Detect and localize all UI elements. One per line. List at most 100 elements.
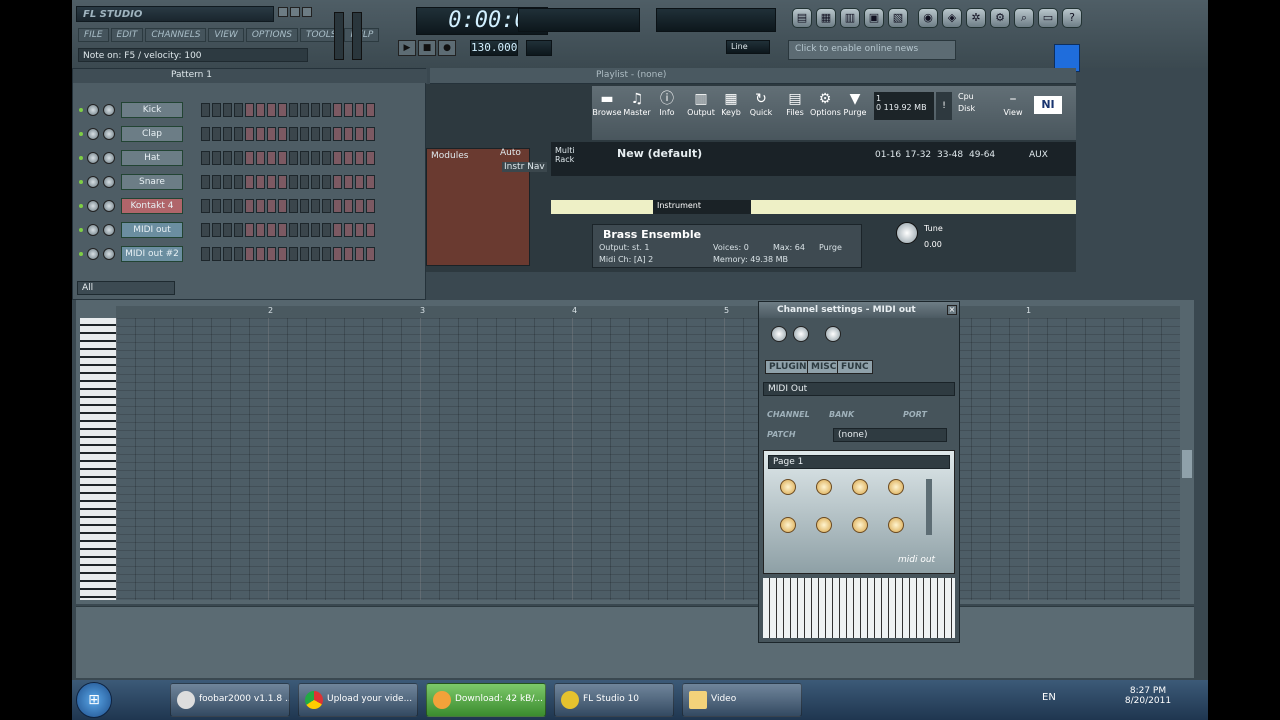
channel-button[interactable]: Snare xyxy=(121,174,183,190)
step-button[interactable] xyxy=(333,175,342,189)
project-icon[interactable]: ▭ xyxy=(1038,8,1058,28)
step-button[interactable] xyxy=(300,199,309,213)
channel-led[interactable] xyxy=(79,204,83,208)
pan-knob[interactable] xyxy=(87,104,99,116)
step-button[interactable] xyxy=(234,199,243,213)
pan-knob[interactable] xyxy=(87,224,99,236)
plugin-name[interactable]: MIDI Out xyxy=(763,382,955,396)
controller-knob[interactable] xyxy=(816,479,832,495)
master-button[interactable]: ♫ Master xyxy=(622,90,652,120)
channel-led[interactable] xyxy=(79,180,83,184)
step-button[interactable] xyxy=(212,223,221,237)
controller-knob[interactable] xyxy=(780,517,796,533)
step-button[interactable] xyxy=(245,103,254,117)
velocity-lane[interactable] xyxy=(76,606,1194,678)
controller-knob[interactable] xyxy=(888,479,904,495)
step-button[interactable] xyxy=(366,223,375,237)
step-button[interactable] xyxy=(223,199,232,213)
tab-plugin[interactable]: PLUGIN xyxy=(765,360,811,374)
step-button[interactable] xyxy=(245,175,254,189)
step-button[interactable] xyxy=(278,247,287,261)
step-button[interactable] xyxy=(289,199,298,213)
step-button[interactable] xyxy=(289,175,298,189)
step-button[interactable] xyxy=(366,175,375,189)
step-button[interactable] xyxy=(267,103,276,117)
cpu-icon[interactable]: ◉ xyxy=(918,8,938,28)
step-button[interactable] xyxy=(256,223,265,237)
controller-knob[interactable] xyxy=(780,479,796,495)
volume-knob[interactable] xyxy=(103,224,115,236)
step-button[interactable] xyxy=(212,151,221,165)
taskbar-chrome[interactable]: Upload your vide... xyxy=(298,683,418,717)
step-button[interactable] xyxy=(212,103,221,117)
volume-knob[interactable] xyxy=(103,152,115,164)
step-button[interactable] xyxy=(300,247,309,261)
output-button[interactable]: ▥ Output xyxy=(686,90,716,120)
step-button[interactable] xyxy=(300,223,309,237)
volume-knob[interactable] xyxy=(103,248,115,260)
close-icon[interactable] xyxy=(302,7,312,17)
step-button[interactable] xyxy=(256,199,265,213)
step-button[interactable] xyxy=(366,151,375,165)
play-button[interactable]: ▶ xyxy=(398,40,416,56)
render-icon[interactable]: ✲ xyxy=(966,8,986,28)
controller-fader[interactable] xyxy=(926,479,932,535)
volume-knob[interactable] xyxy=(103,200,115,212)
step-button[interactable] xyxy=(212,199,221,213)
step-button[interactable] xyxy=(223,127,232,141)
step-button[interactable] xyxy=(311,151,320,165)
range-17-32[interactable]: 17-32 xyxy=(905,150,931,160)
step-button[interactable] xyxy=(333,247,342,261)
stop-button[interactable]: ■ xyxy=(418,40,436,56)
warning-icon[interactable]: ! xyxy=(936,92,952,120)
pan-knob[interactable] xyxy=(87,152,99,164)
step-button[interactable] xyxy=(223,175,232,189)
step-button[interactable] xyxy=(234,103,243,117)
step-button[interactable] xyxy=(300,151,309,165)
range-01-16[interactable]: 01-16 xyxy=(875,150,901,160)
menu-edit[interactable]: EDIT xyxy=(110,28,144,42)
volume-knob[interactable] xyxy=(103,128,115,140)
midi-channel-label[interactable]: Midi Ch: [A] 2 xyxy=(599,255,653,264)
step-button[interactable] xyxy=(212,127,221,141)
step-button[interactable] xyxy=(355,223,364,237)
page-select[interactable]: Page 1 xyxy=(768,455,950,469)
taskbar-foobar[interactable]: foobar2000 v1.1.8 ... xyxy=(170,683,290,717)
channel-settings-title[interactable]: Channel settings - MIDI out xyxy=(759,302,959,318)
step-button[interactable] xyxy=(333,127,342,141)
tools-icon[interactable]: ⚙ xyxy=(990,8,1010,28)
pattern-name[interactable]: Pattern 1 xyxy=(171,70,212,80)
step-button[interactable] xyxy=(344,175,353,189)
auto-tab[interactable]: Auto xyxy=(500,148,521,158)
step-button[interactable] xyxy=(201,151,210,165)
step-button[interactable] xyxy=(201,175,210,189)
step-sequencer-icon[interactable]: ▦ xyxy=(816,8,836,28)
step-button[interactable] xyxy=(212,247,221,261)
minimize-icon[interactable] xyxy=(290,7,300,17)
search-icon[interactable]: ⌕ xyxy=(1014,8,1034,28)
step-button[interactable] xyxy=(223,151,232,165)
step-button[interactable] xyxy=(234,127,243,141)
step-button[interactable] xyxy=(212,175,221,189)
pan-knob[interactable] xyxy=(771,326,787,342)
channel-led[interactable] xyxy=(79,156,83,160)
step-button[interactable] xyxy=(355,103,364,117)
step-button[interactable] xyxy=(322,199,331,213)
step-button[interactable] xyxy=(278,199,287,213)
instrument-tab[interactable]: Instrument xyxy=(653,200,751,214)
piano-keys[interactable] xyxy=(80,318,116,600)
step-button[interactable] xyxy=(289,247,298,261)
controller-knob[interactable] xyxy=(816,517,832,533)
step-button[interactable] xyxy=(344,103,353,117)
step-button[interactable] xyxy=(333,223,342,237)
aux-button[interactable]: AUX xyxy=(1029,150,1048,160)
range-33-48[interactable]: 33-48 xyxy=(937,150,963,160)
time-ruler[interactable]: 2 3 4 5 1 xyxy=(116,306,1180,318)
step-button[interactable] xyxy=(322,151,331,165)
master-pitch-slider[interactable] xyxy=(352,12,362,60)
help-icon[interactable]: ? xyxy=(1062,8,1082,28)
step-button[interactable] xyxy=(300,127,309,141)
channel-button[interactable]: Kick xyxy=(121,102,183,118)
step-button[interactable] xyxy=(344,199,353,213)
playlist-icon[interactable]: ▤ xyxy=(792,8,812,28)
